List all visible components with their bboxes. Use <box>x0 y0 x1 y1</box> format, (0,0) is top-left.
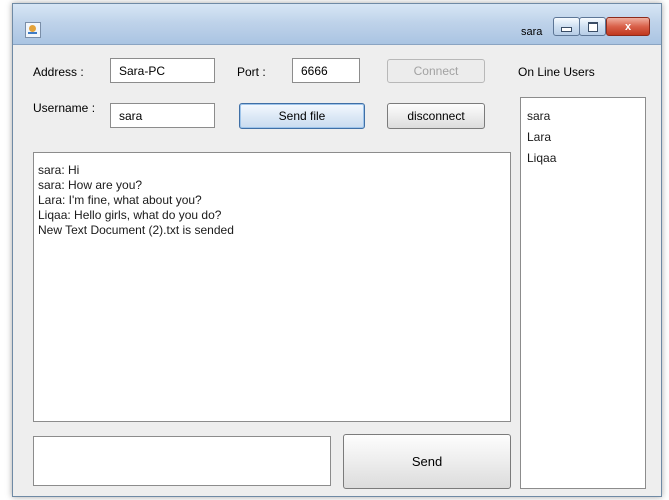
maximize-icon <box>587 21 598 32</box>
chat-message: New Text Document (2).txt is sended <box>38 223 234 237</box>
java-app-icon <box>25 22 41 38</box>
chat-message: Liqaa: Hello girls, what do you do? <box>38 208 222 222</box>
close-icon: x <box>624 20 632 33</box>
minimize-icon <box>561 27 572 32</box>
address-field[interactable] <box>110 58 215 83</box>
username-field[interactable] <box>110 103 215 128</box>
port-label: Port : <box>237 65 266 79</box>
user-list-item[interactable]: Liqaa <box>527 148 645 169</box>
maximize-button[interactable] <box>579 17 606 36</box>
send-file-button[interactable]: Send file <box>239 103 365 129</box>
chat-transcript[interactable]: sara: Hi sara: How are you? Lara: I'm fi… <box>33 152 511 422</box>
username-label: Username : <box>33 101 96 115</box>
online-users-list[interactable]: sara Lara Liqaa <box>520 97 646 489</box>
title-bar[interactable]: sara x <box>13 4 661 45</box>
user-list-item[interactable]: Lara <box>527 127 645 148</box>
disconnect-button[interactable]: disconnect <box>387 103 485 129</box>
minimize-button[interactable] <box>553 17 580 36</box>
chat-message: Lara: I'm fine, what about you? <box>38 193 202 207</box>
port-field[interactable] <box>292 58 360 83</box>
connect-button[interactable]: Connect <box>387 59 485 83</box>
user-list-item[interactable]: sara <box>527 106 645 127</box>
address-label: Address : <box>33 65 84 79</box>
close-button[interactable]: x <box>606 17 650 36</box>
online-users-heading: On Line Users <box>518 65 595 79</box>
chat-message: sara: How are you? <box>38 178 143 192</box>
chat-message: sara: Hi <box>38 163 80 177</box>
chat-client-window: sara x Address : Port : Connect On Line … <box>12 3 662 497</box>
window-title: sara <box>521 26 543 38</box>
send-button[interactable]: Send <box>343 434 511 489</box>
message-input[interactable] <box>33 436 331 486</box>
